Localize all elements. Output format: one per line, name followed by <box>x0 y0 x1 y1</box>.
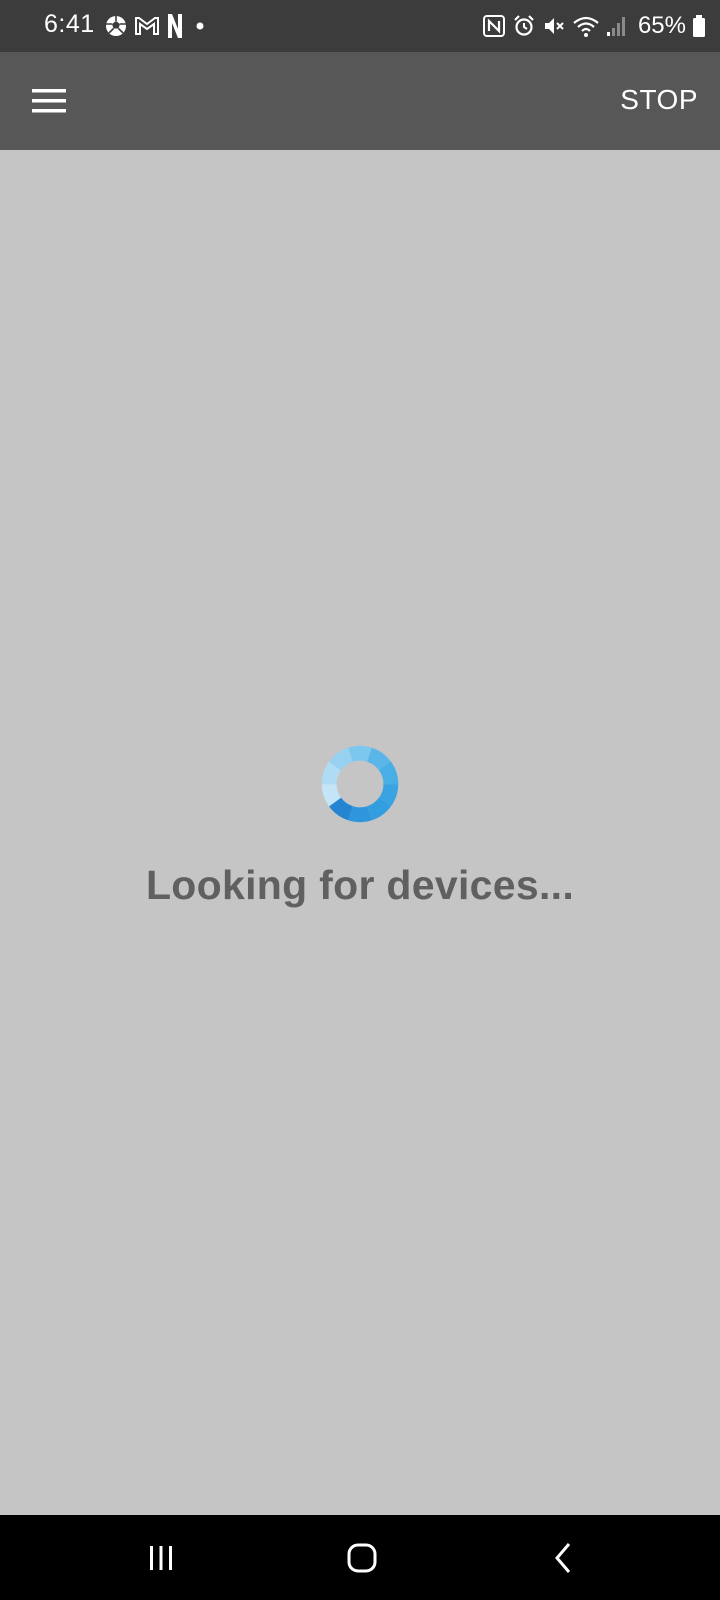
home-button[interactable] <box>332 1533 392 1583</box>
hamburger-menu-icon <box>32 89 66 113</box>
navigation-bar <box>0 1515 720 1600</box>
battery-percent: 65% <box>637 12 686 39</box>
home-icon <box>347 1543 377 1573</box>
nfc-icon <box>482 15 505 37</box>
loading-spinner-icon <box>321 745 399 823</box>
battery-icon <box>693 15 705 37</box>
back-icon <box>555 1543 571 1573</box>
netflix-icon <box>168 14 182 38</box>
mute-icon <box>544 18 564 34</box>
alarm-icon <box>514 15 534 36</box>
stop-button[interactable]: STOP <box>620 84 698 116</box>
menu-button[interactable] <box>26 80 72 122</box>
status-left-icons <box>104 11 210 41</box>
recent-apps-icon <box>150 1546 172 1570</box>
status-time: 6:41 <box>44 10 95 38</box>
signal-icon <box>606 17 625 36</box>
main-content: Looking for devices... <box>0 150 720 1515</box>
status-right-icons: 65% <box>482 11 706 41</box>
wifi-icon <box>573 16 599 37</box>
searching-message: Looking for devices... <box>145 862 575 908</box>
soccer-ball-icon <box>106 16 126 36</box>
gmail-icon <box>135 17 159 35</box>
back-button[interactable] <box>534 1533 594 1583</box>
app-bar: STOP <box>0 52 720 150</box>
recent-apps-button[interactable] <box>131 1533 191 1583</box>
status-bar: 6:41 65% <box>0 0 720 52</box>
dot-icon <box>196 22 204 30</box>
